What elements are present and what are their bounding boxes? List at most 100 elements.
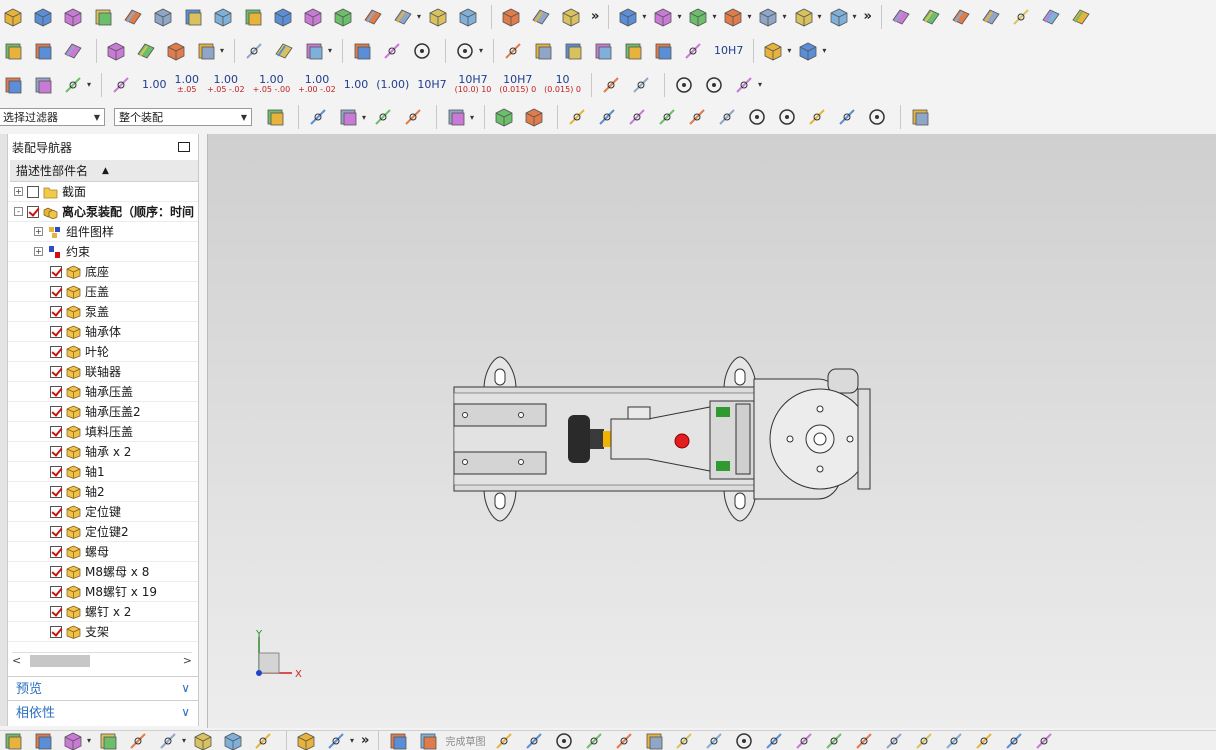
visibility-checkbox[interactable] [50,325,62,338]
tolerance-style-button[interactable]: 10H7 (0.015) 0 [499,74,536,95]
chevron-down-icon[interactable]: ▾ [328,46,332,55]
tolerance-style-button[interactable]: 1.00 ±.05 [175,74,200,95]
annotation-tool-icon[interactable] [530,38,556,64]
radius-tool-icon[interactable] [598,72,624,98]
snap-point-icon[interactable] [804,104,830,130]
tree-node[interactable]: 底座 [8,262,198,282]
tree-node[interactable]: 联轴器 [8,362,198,382]
visibility-checkbox[interactable] [27,205,39,218]
feature-tool-icon[interactable] [528,4,554,30]
bottom-tool-icon[interactable] [293,731,319,750]
chevron-down-icon[interactable]: ▾ [362,113,366,122]
tree-node[interactable]: 定位键 [8,502,198,522]
visibility-checkbox[interactable] [50,525,62,538]
feature-tool-icon[interactable] [30,4,56,30]
sketch-tool-icon[interactable] [521,731,547,750]
visibility-checkbox[interactable] [50,445,62,458]
selection-tool-icon[interactable] [335,104,361,130]
snap-point-icon[interactable] [624,104,650,130]
select-box-icon[interactable] [443,104,469,130]
sketch-tool-icon[interactable] [791,731,817,750]
bottom-tool-icon[interactable] [0,731,26,750]
edit-tool-icon[interactable] [133,38,159,64]
tolerance-style-button[interactable]: 1.00 +.05 -.02 [207,74,245,95]
feature-tool-icon[interactable] [330,4,356,30]
bottom-tool-icon[interactable] [323,731,349,750]
chevron-down-icon[interactable]: ▾ [470,113,474,122]
visibility-checkbox[interactable] [50,345,62,358]
tree-node[interactable]: + 约束 [8,242,198,262]
visibility-checkbox[interactable] [50,485,62,498]
snap-point-icon[interactable] [834,104,860,130]
feature-tool-icon[interactable] [498,4,524,30]
tool-icon[interactable] [452,38,478,64]
annotation-tool-icon[interactable] [500,38,526,64]
chevron-down-icon[interactable]: ▾ [818,12,822,21]
expand-icon[interactable]: + [14,187,23,196]
selection-tool-icon[interactable] [370,104,396,130]
draft-tool-icon[interactable] [241,38,267,64]
select-tool-icon[interactable] [491,104,517,130]
surface-tool-icon[interactable] [978,4,1004,30]
selection-scope-dropdown[interactable]: 整个装配 ▼ [114,108,252,126]
chevron-down-icon[interactable]: ▾ [747,12,751,21]
tree-node[interactable]: 支架 [8,622,198,642]
thread-tool-icon[interactable] [349,38,375,64]
tree-node[interactable]: 压盖 [8,282,198,302]
assembly-tool-icon[interactable] [755,4,781,30]
draft-tool-icon[interactable] [301,38,327,64]
tree-node[interactable]: 填料压盖 [8,422,198,442]
surface-tool-icon[interactable] [918,4,944,30]
dimension-tool-icon[interactable] [0,72,26,98]
surface-tool-icon[interactable] [888,4,914,30]
thread-tool-icon[interactable] [409,38,435,64]
bottom-tool-icon[interactable] [220,731,246,750]
annotation-tool-icon[interactable] [650,38,676,64]
grid-icon[interactable] [907,104,933,130]
sketch-tool-icon[interactable] [821,731,847,750]
bottom-tool-icon[interactable] [95,731,121,750]
feature-tool-icon[interactable] [60,4,86,30]
visibility-checkbox[interactable] [50,385,62,398]
tree-node[interactable]: 轴承 x 2 [8,442,198,462]
tree-node[interactable]: 定位键2 [8,522,198,542]
pmi-tool-icon[interactable] [795,38,821,64]
tree-node[interactable]: + 组件图样 [8,222,198,242]
tree-node[interactable]: 螺钉 x 2 [8,602,198,622]
scrollbar-thumb[interactable] [30,655,90,667]
sketch-tool-icon[interactable] [851,731,877,750]
thread-tool-icon[interactable] [379,38,405,64]
sketch-tool-icon[interactable] [1031,731,1057,750]
scroll-left-icon[interactable]: < [12,654,21,667]
graphics-viewport[interactable]: Y X [207,134,1216,728]
tolerance-style-button[interactable]: 1.00 +.00 -.02 [298,74,336,95]
assembly-tool-icon[interactable] [685,4,711,30]
fit-code-label[interactable]: 10H7 [714,45,743,56]
sketch-icon[interactable] [385,731,411,750]
diameter-tool-icon[interactable] [731,72,757,98]
snap-point-icon[interactable] [774,104,800,130]
visibility-checkbox[interactable] [50,545,62,558]
surface-tool-icon[interactable] [1008,4,1034,30]
visibility-checkbox[interactable] [50,365,62,378]
surface-tool-icon[interactable] [948,4,974,30]
selection-tool-icon[interactable] [305,104,331,130]
tree-node[interactable]: 轴承压盖 [8,382,198,402]
scroll-right-icon[interactable]: > [183,654,192,667]
tree-node[interactable]: 轴承体 [8,322,198,342]
chevron-down-icon[interactable]: ▾ [712,12,716,21]
tolerance-style-button[interactable]: 10 (0.015) 0 [544,74,581,95]
tolerance-style-button[interactable]: 1.00 [142,79,167,90]
feature-tool-icon[interactable] [180,4,206,30]
feature-tool-icon[interactable] [455,4,481,30]
diameter-tool-icon[interactable] [701,72,727,98]
view-tool-icon[interactable] [60,38,86,64]
bottom-tool-icon[interactable] [190,731,216,750]
chevron-down-icon[interactable]: ▾ [822,46,826,55]
chevron-down-icon[interactable]: ▾ [182,736,186,745]
chevron-down-icon[interactable]: ▾ [417,12,421,21]
tolerance-style-button[interactable]: (1.00) [376,79,409,90]
feature-tool-icon[interactable] [390,4,416,30]
tree-node[interactable]: 轴2 [8,482,198,502]
bottom-tool-icon[interactable] [155,731,181,750]
